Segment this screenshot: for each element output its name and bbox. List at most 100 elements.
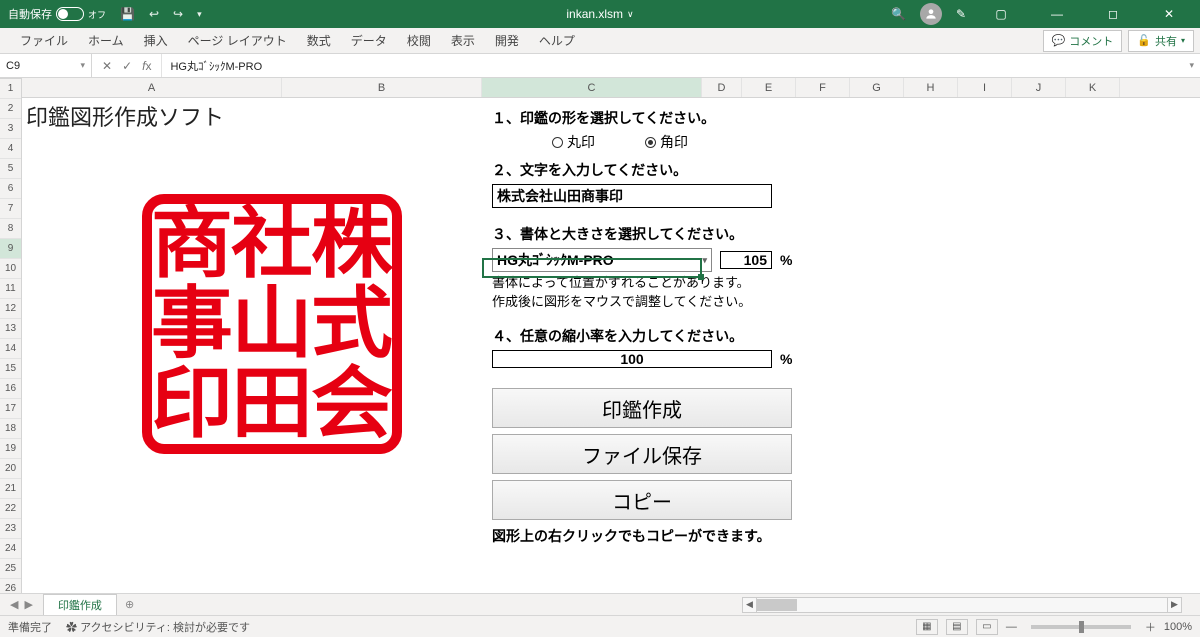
cancel-icon[interactable]: ✕ xyxy=(102,59,112,73)
row-header[interactable]: 11 xyxy=(0,279,21,299)
tab-prev-icon[interactable]: ◀ xyxy=(10,598,18,611)
row-header[interactable]: 24 xyxy=(0,539,21,559)
undo-icon[interactable]: ↩ xyxy=(149,7,159,21)
column-header[interactable]: H xyxy=(904,78,958,97)
sheet-tab[interactable]: 印鑑作成 xyxy=(43,594,117,615)
column-header[interactable]: K xyxy=(1066,78,1120,97)
autosave-toggle[interactable]: 自動保存 オフ xyxy=(8,6,106,22)
row-header[interactable]: 7 xyxy=(0,199,21,219)
ribbon-tab[interactable]: ホーム xyxy=(78,28,134,53)
row-header[interactable]: 4 xyxy=(0,139,21,159)
horizontal-scrollbar[interactable]: ◀▶ xyxy=(742,597,1182,613)
size-percent-input[interactable]: 105 xyxy=(720,251,772,269)
zoom-in-icon[interactable]: ＋ xyxy=(1145,619,1156,635)
column-header[interactable]: G xyxy=(850,78,904,97)
font-note-1: 書体によって位置がずれることがあります。 xyxy=(492,272,972,291)
fx-icon[interactable]: fx xyxy=(142,59,151,73)
row-header[interactable]: 8 xyxy=(0,219,21,239)
column-header[interactable]: A xyxy=(22,78,282,97)
stamp-char: 式 xyxy=(310,284,394,364)
zoom-out-icon[interactable]: — xyxy=(1006,621,1017,633)
account-avatar[interactable] xyxy=(920,3,942,25)
ribbon-tab[interactable]: ヘルプ xyxy=(529,28,585,53)
stamp-char: 会 xyxy=(310,364,394,444)
row-header[interactable]: 15 xyxy=(0,359,21,379)
row-header[interactable]: 20 xyxy=(0,459,21,479)
column-header[interactable]: B xyxy=(282,78,482,97)
accessibility-status[interactable]: ✿ アクセシビリティ: 検討が必要です xyxy=(66,619,250,635)
column-header[interactable]: D xyxy=(702,78,742,97)
ribbon-tab[interactable]: ページ レイアウト xyxy=(178,28,297,53)
column-header[interactable]: E xyxy=(742,78,796,97)
minimize-icon[interactable]: — xyxy=(1036,0,1078,28)
sheet-content[interactable]: 印鑑図形作成ソフト 商社株事山式印田会 １、印鑑の形を選択してください。 丸印 … xyxy=(22,98,1200,593)
scale-percent-input[interactable]: 100 xyxy=(492,350,772,368)
font-select[interactable]: HG丸ｺﾞｼｯｸM-PRO▾ xyxy=(492,248,712,272)
copy-button[interactable]: コピー xyxy=(492,480,792,520)
add-sheet-button[interactable]: ⊕ xyxy=(117,598,142,611)
view-page-break-icon[interactable]: ▭ xyxy=(976,619,998,635)
ribbon-tab[interactable]: 挿入 xyxy=(134,28,178,53)
row-header[interactable]: 6 xyxy=(0,179,21,199)
search-icon[interactable]: 🔍 xyxy=(891,7,906,21)
row-header[interactable]: 1 xyxy=(0,79,21,99)
row-headers[interactable]: 1234567891011121314151617181920212223242… xyxy=(0,79,22,619)
row-header[interactable]: 2 xyxy=(0,99,21,119)
ribbon-tab[interactable]: ファイル xyxy=(10,28,78,53)
qat-dropdown-icon[interactable]: ▾ xyxy=(197,9,202,20)
row-header[interactable]: 3 xyxy=(0,119,21,139)
row-header[interactable]: 22 xyxy=(0,499,21,519)
name-box[interactable]: C9▾ xyxy=(0,54,92,77)
redo-icon[interactable]: ↪ xyxy=(173,7,183,21)
ribbon-tab[interactable]: 数式 xyxy=(297,28,341,53)
formula-input[interactable]: HG丸ｺﾞｼｯｸM-PRO ▾ xyxy=(162,54,1200,77)
column-header[interactable]: C xyxy=(482,78,702,97)
row-header[interactable]: 5 xyxy=(0,159,21,179)
row-header[interactable]: 21 xyxy=(0,479,21,499)
row-header[interactable]: 23 xyxy=(0,519,21,539)
comments-button[interactable]: 💬 コメント xyxy=(1043,30,1123,52)
ribbon-tabs: ファイルホーム挿入ページ レイアウト数式データ校閲表示開発ヘルプ 💬 コメント … xyxy=(0,28,1200,54)
radio-round[interactable]: 丸印 xyxy=(552,132,595,152)
create-stamp-button[interactable]: 印鑑作成 xyxy=(492,388,792,428)
row-header[interactable]: 14 xyxy=(0,339,21,359)
stamp-char: 株 xyxy=(310,204,394,284)
zoom-level[interactable]: 100% xyxy=(1164,621,1192,633)
column-header[interactable]: J xyxy=(1012,78,1066,97)
tab-next-icon[interactable]: ▶ xyxy=(24,598,32,611)
save-file-button[interactable]: ファイル保存 xyxy=(492,434,792,474)
stamp-text-input[interactable]: 株式会社山田商事印 xyxy=(492,184,772,208)
row-header[interactable]: 13 xyxy=(0,319,21,339)
maximize-icon[interactable]: ◻ xyxy=(1092,0,1134,28)
row-header[interactable]: 18 xyxy=(0,419,21,439)
status-ready: 準備完了 xyxy=(8,619,52,635)
close-icon[interactable]: ✕ xyxy=(1148,0,1190,28)
drawing-icon[interactable]: ✎ xyxy=(956,7,966,21)
ribbon-tab[interactable]: 校閲 xyxy=(397,28,441,53)
row-header[interactable]: 17 xyxy=(0,399,21,419)
share-button[interactable]: 🔓 共有 ▾ xyxy=(1128,30,1194,52)
row-header[interactable]: 16 xyxy=(0,379,21,399)
sheet-tabs-bar: ◀ ▶ 印鑑作成 ⊕ ◀▶ xyxy=(0,593,1200,615)
radio-square[interactable]: 角印 xyxy=(645,132,688,152)
stamp-char: 社 xyxy=(230,204,314,284)
save-icon[interactable]: 💾 xyxy=(120,7,135,21)
column-header[interactable]: I xyxy=(958,78,1012,97)
column-header[interactable]: F xyxy=(796,78,850,97)
ribbon-tab[interactable]: データ xyxy=(341,28,397,53)
ribbon-tab[interactable]: 開発 xyxy=(485,28,529,53)
ribbon-options-icon[interactable]: ▢ xyxy=(980,0,1022,28)
column-headers[interactable]: ABCDEFGHIJK xyxy=(22,78,1200,98)
copy-hint: 図形上の右クリックでもコピーができます。 xyxy=(492,526,972,546)
view-page-layout-icon[interactable]: ▤ xyxy=(946,619,968,635)
row-header[interactable]: 12 xyxy=(0,299,21,319)
row-header[interactable]: 19 xyxy=(0,439,21,459)
zoom-slider[interactable] xyxy=(1031,625,1131,629)
row-header[interactable]: 9 xyxy=(0,239,21,259)
view-normal-icon[interactable]: ▦ xyxy=(916,619,938,635)
row-header[interactable]: 25 xyxy=(0,559,21,579)
enter-icon[interactable]: ✓ xyxy=(122,59,132,73)
ribbon-tab[interactable]: 表示 xyxy=(441,28,485,53)
row-header[interactable]: 10 xyxy=(0,259,21,279)
stamp-preview[interactable]: 商社株事山式印田会 xyxy=(142,194,402,454)
